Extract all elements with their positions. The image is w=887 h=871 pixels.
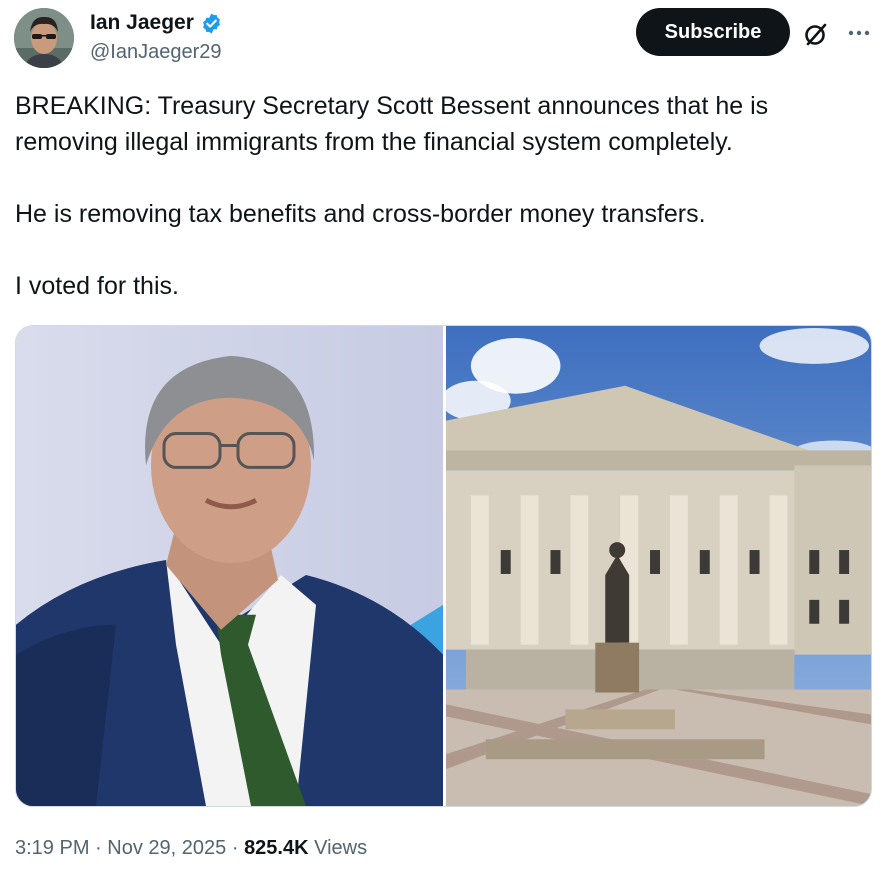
- name-row: Ian Jaeger: [90, 10, 223, 36]
- views-count: 825.4K: [244, 837, 309, 859]
- grok-slash-icon[interactable]: [802, 20, 830, 48]
- avatar[interactable]: [14, 8, 74, 68]
- tweet-date[interactable]: Nov 29, 2025: [107, 837, 226, 859]
- subscribe-button[interactable]: Subscribe: [636, 8, 790, 56]
- more-dots-icon[interactable]: [846, 20, 872, 46]
- media-photo-portrait[interactable]: [16, 326, 443, 806]
- media-grid: [15, 325, 872, 807]
- tweet-text: BREAKING: Treasury Secretary Scott Besse…: [15, 88, 875, 304]
- tweet-paragraph: He is removing tax benefits and cross-bo…: [15, 200, 706, 228]
- media-photo-building[interactable]: [446, 326, 871, 806]
- avatar-image: [14, 8, 74, 68]
- author-handle[interactable]: @IanJaeger29: [90, 39, 223, 65]
- views-label: Views: [314, 837, 368, 859]
- tweet-meta: 3:19 PM · Nov 29, 2025 · 825.4K Views: [15, 834, 367, 862]
- meta-separator: ·: [95, 837, 102, 859]
- verified-badge-icon: [200, 12, 223, 35]
- tweet-paragraph: BREAKING: Treasury Secretary Scott Besse…: [15, 92, 769, 156]
- meta-separator: ·: [231, 837, 239, 859]
- tweet-paragraph: I voted for this.: [15, 272, 179, 300]
- tweet-time[interactable]: 3:19 PM: [15, 837, 89, 859]
- author-block: Ian Jaeger @IanJaeger29: [90, 10, 223, 65]
- tweet-header: Ian Jaeger @IanJaeger29 Subscribe: [14, 6, 874, 70]
- display-name[interactable]: Ian Jaeger: [90, 10, 194, 36]
